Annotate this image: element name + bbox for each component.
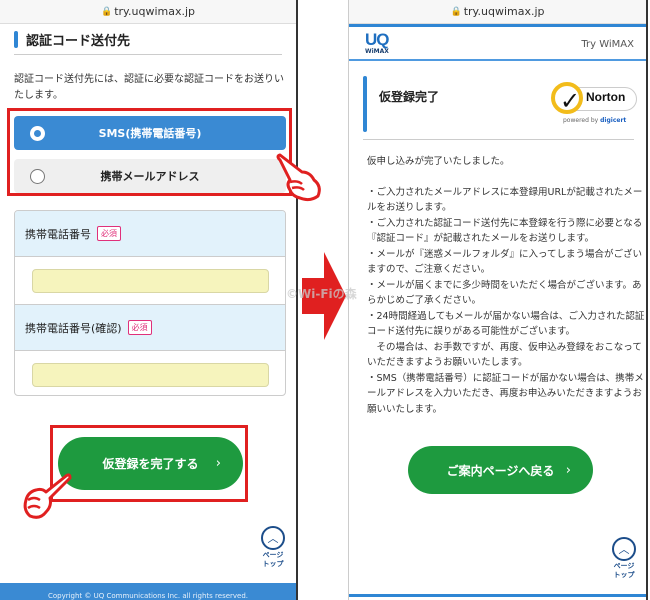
- phone-number-label: 携帯電話番号: [25, 227, 91, 241]
- button-label: ご案内ページへ戻る: [446, 463, 555, 478]
- message-line: ・ご入力された認証コード送付先に本登録を行う際に必要となる『認証コード』が記載さ…: [367, 217, 643, 245]
- page-top-button[interactable]: ︿ ページ トップ: [609, 537, 639, 580]
- phone-form: 携帯電話番号 必須 携帯電話番号(確認) 必須: [14, 210, 286, 396]
- section-title: 認証コード送付先: [26, 34, 131, 49]
- url-bar[interactable]: 🔒 try.uqwimax.jp: [0, 0, 296, 24]
- url-text: try.uqwimax.jp: [114, 5, 195, 18]
- highlight-box-radio: [7, 108, 292, 196]
- lock-icon: 🔒: [450, 6, 462, 17]
- site-header: UQ WiMAX Try WiMAX: [349, 27, 646, 61]
- heading-accent-bar: [14, 31, 18, 48]
- lock-icon: 🔒: [101, 6, 113, 17]
- page-top-button[interactable]: ︿ ページ トップ: [258, 526, 288, 569]
- section-heading: 認証コード送付先: [14, 30, 130, 49]
- completion-title: 仮登録完了: [379, 90, 440, 104]
- divider: [363, 139, 634, 140]
- message-line: ・メールが届くまでに多少時間をいただく場合がございます。あらかじめご了承ください…: [367, 279, 642, 307]
- field-input-row: [15, 351, 285, 395]
- copyright-footer: Copyright © UQ Communications Inc. all r…: [0, 583, 296, 600]
- footer-accent-line: [349, 594, 646, 597]
- required-badge: 必須: [97, 226, 121, 241]
- chevron-right-icon: ›: [565, 462, 571, 478]
- message-line: ・SMS（携帯電話番号）に認証コードが届かない場合は、携帯メールアドレスを入力い…: [367, 372, 644, 415]
- highlight-box-button: [50, 425, 248, 502]
- completion-heading: 仮登録完了 ✓ Norton powered by digicert: [363, 76, 639, 132]
- message-line: 仮申し込みが完了いたしました。: [367, 156, 510, 167]
- message-line: その場合は、お手数ですが、再度、仮申込み登録をおこなっていただきますようお願いい…: [367, 341, 642, 369]
- chevron-up-icon: ︿: [612, 537, 636, 561]
- heading-accent-bar: [363, 76, 367, 132]
- divider: [14, 54, 282, 55]
- chevron-up-icon: ︿: [261, 526, 285, 550]
- back-to-guide-button[interactable]: ご案内ページへ戻る ›: [408, 446, 593, 494]
- field-input-row: [15, 257, 285, 305]
- page-top-label: ページ トップ: [262, 551, 284, 568]
- norton-check-icon: ✓: [551, 82, 583, 115]
- url-bar[interactable]: 🔒 try.uqwimax.jp: [349, 0, 646, 24]
- message-line: ・メールが『迷惑メールフォルダ』に入ってしまう場合がございますので、ご注意くださ…: [367, 248, 643, 276]
- page-top-label: ページ トップ: [613, 562, 635, 579]
- phone-confirm-input[interactable]: [31, 363, 269, 387]
- phone-confirm-label: 携帯電話番号(確認): [25, 321, 122, 335]
- uq-wimax-logo[interactable]: UQ WiMAX: [365, 31, 389, 55]
- url-text: try.uqwimax.jp: [463, 5, 545, 18]
- watermark: ©Wi-Fiの森: [286, 287, 357, 301]
- phone-number-input[interactable]: [31, 268, 269, 293]
- field-label-row: 携帯電話番号 必須: [15, 211, 285, 257]
- field-label-row: 携帯電話番号(確認) 必須: [15, 305, 285, 351]
- right-screen: 🔒 try.uqwimax.jp UQ WiMAX Try WiMAX 仮登録完…: [348, 0, 648, 600]
- section-description: 認証コード送付先には、認証に必要な認証コードをお送りいたします。: [14, 74, 284, 101]
- pointing-hand-icon: [23, 473, 72, 519]
- completion-message: 仮申し込みが完了いたしました。 ・ご入力されたメールアドレスに本登録用URLが記…: [367, 154, 646, 417]
- message-line: ・ご入力されたメールアドレスに本登録用URLが記載されたメールをお送りします。: [367, 186, 643, 214]
- required-badge: 必須: [127, 320, 152, 335]
- pointing-hand-icon: [276, 153, 321, 202]
- message-line: ・24時間経過してもメールが届かない場合は、ご入力された認証コード送付先に誤りが…: [367, 310, 645, 338]
- try-wimax-link[interactable]: Try WiMAX: [581, 39, 634, 50]
- norton-seal[interactable]: ✓ Norton powered by digicert: [551, 81, 639, 127]
